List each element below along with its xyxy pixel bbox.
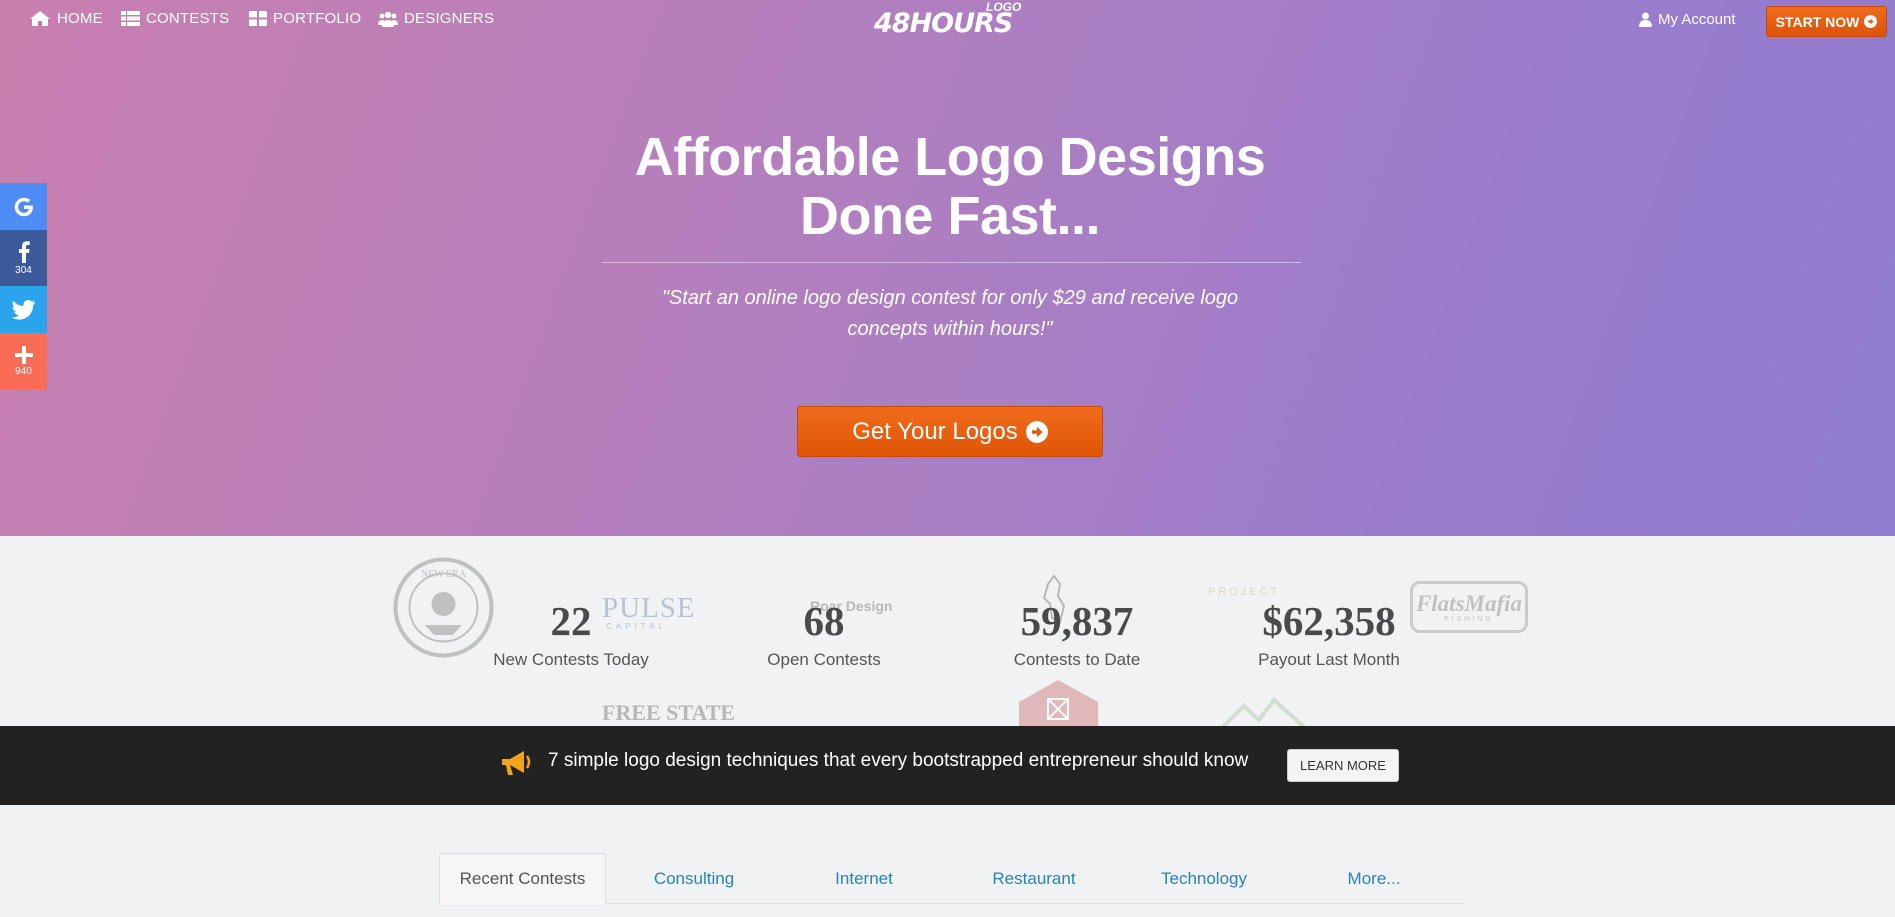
facebook-share-count: 304 xyxy=(15,264,32,276)
stat-payout-last-month: $62,358 Payout Last Month xyxy=(1214,598,1444,670)
nav-home[interactable]: HOME xyxy=(29,10,103,27)
twitter-share-button[interactable] xyxy=(0,286,47,333)
stat-value: 59,837 xyxy=(1020,598,1134,644)
stats-section: NEW ERA PULSE CAPITAL Roar Design PROJEC… xyxy=(0,536,1895,726)
nav-contests-label: CONTESTS xyxy=(146,10,230,27)
more-share-count: 940 xyxy=(15,365,32,377)
arrow-circle-right-icon xyxy=(1025,420,1048,443)
stat-value: $62,358 xyxy=(1262,598,1396,644)
nav-designers-label: DESIGNERS xyxy=(404,10,495,27)
my-account-label: My Account xyxy=(1658,11,1736,28)
stat-label: Payout Last Month xyxy=(1258,650,1400,669)
new-era-logo-text: NEW ERA xyxy=(421,569,467,580)
hero-title-line1: Affordable Logo Designs xyxy=(634,127,1266,187)
nav-designers[interactable]: DESIGNERS xyxy=(378,10,494,27)
twitter-icon xyxy=(11,299,35,319)
grid-icon xyxy=(249,11,267,26)
logo-tagline: LOGO xyxy=(986,0,1022,14)
start-now-button[interactable]: START NOW xyxy=(1766,6,1887,37)
stat-open-contests: 68 Open Contests xyxy=(709,598,939,670)
hero-section: HOME CONTESTS PORTFOLIO DESIGNERS 48HOUR… xyxy=(0,0,1895,536)
stat-label: New Contests Today xyxy=(493,650,649,669)
site-logo[interactable]: 48HOURS LOGO xyxy=(874,0,1022,40)
flatsmafia-logo-subtext: FISHING xyxy=(1444,615,1494,623)
tab-more[interactable]: More... xyxy=(1289,853,1459,904)
top-navigation: HOME CONTESTS PORTFOLIO DESIGNERS 48HOUR… xyxy=(0,0,1895,40)
plus-icon xyxy=(14,345,33,364)
nav-contests[interactable]: CONTESTS xyxy=(121,10,229,27)
tab-recent-contests[interactable]: Recent Contests xyxy=(439,853,606,905)
tab-restaurant[interactable]: Restaurant xyxy=(949,853,1119,904)
google-icon xyxy=(14,197,33,216)
stat-contests-to-date: 59,837 Contests to Date xyxy=(962,598,1192,670)
get-your-logos-button[interactable]: Get Your Logos xyxy=(797,406,1103,457)
tab-internet[interactable]: Internet xyxy=(779,853,949,904)
nav-portfolio[interactable]: PORTFOLIO xyxy=(249,10,361,27)
facebook-icon xyxy=(18,240,30,263)
list-icon xyxy=(121,11,140,26)
stat-value: 22 xyxy=(550,598,592,644)
hero-headline: Affordable Logo Designs Done Fast... xyxy=(0,128,1895,246)
stat-value: 68 xyxy=(803,598,845,644)
more-share-button[interactable]: 940 xyxy=(0,333,47,389)
tab-consulting[interactable]: Consulting xyxy=(609,853,779,904)
facebook-share-button[interactable]: 304 xyxy=(0,230,47,286)
project-logo-text: PROJECT xyxy=(1208,586,1281,598)
user-icon xyxy=(1639,12,1652,27)
announcement-banner: 7 simple logo design techniques that eve… xyxy=(0,726,1895,805)
megaphone-icon xyxy=(502,751,531,775)
google-share-button[interactable] xyxy=(0,183,47,230)
mountain-logo-image xyxy=(1221,697,1306,726)
contest-category-tabs: Recent Contests Consulting Internet Rest… xyxy=(439,853,1464,905)
hero-divider xyxy=(602,262,1301,263)
stat-label: Open Contests xyxy=(767,650,881,669)
stat-label: Contests to Date xyxy=(1013,650,1141,669)
my-account-link[interactable]: My Account xyxy=(1639,11,1736,28)
learn-more-button[interactable]: LEARN MORE xyxy=(1287,749,1399,782)
hero-title-line2: Done Fast... xyxy=(799,186,1101,246)
nav-portfolio-label: PORTFOLIO xyxy=(273,10,362,27)
arrow-circle-right-icon xyxy=(1864,15,1878,28)
tab-technology[interactable]: Technology xyxy=(1119,853,1289,904)
start-now-label: START NOW xyxy=(1775,13,1860,30)
hero-subtitle: "Start an online logo design contest for… xyxy=(661,287,1239,340)
nav-home-label: HOME xyxy=(57,10,103,27)
cta-label: Get Your Logos xyxy=(852,417,1018,445)
barn-logo-image xyxy=(1019,680,1098,726)
home-icon xyxy=(30,11,50,26)
users-icon xyxy=(378,11,398,27)
social-share-bar: 304 940 xyxy=(0,183,47,389)
stat-new-contests: 22 New Contests Today xyxy=(456,598,686,670)
free-state-logo-text: FREE STATE xyxy=(602,700,736,725)
banner-text: 7 simple logo design techniques that eve… xyxy=(548,750,1249,771)
